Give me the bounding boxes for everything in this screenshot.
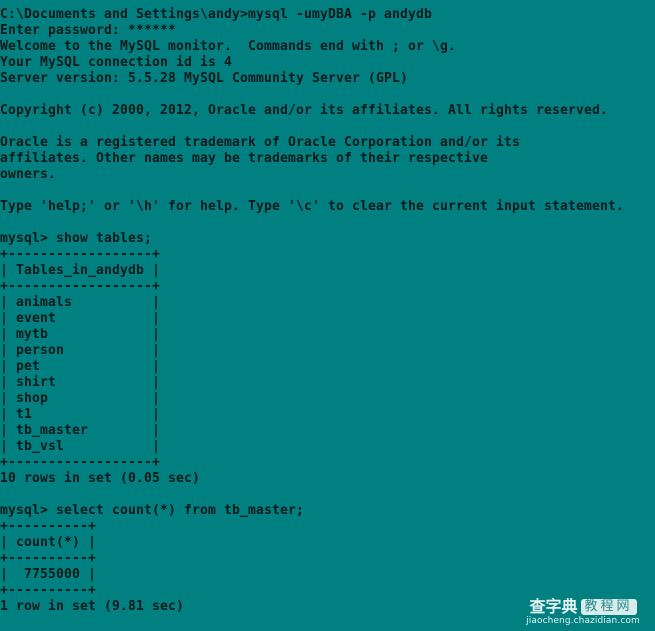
watermark-url: jiaocheng.chazidian.com — [526, 616, 640, 626]
console-line: Type 'help;' or '\h' for help. Type '\c'… — [0, 199, 624, 214]
table-row: | 7755000 | — [0, 567, 97, 582]
table-row: | tb_master | — [0, 423, 161, 438]
console-line: owners. — [0, 167, 57, 182]
table-border-line: +----------+ — [0, 519, 97, 534]
console-line: Copyright (c) 2000, 2012, Oracle and/or … — [0, 103, 608, 118]
table-row: | tb_vsl | — [0, 439, 161, 454]
table-border-line: +------------------+ — [0, 247, 161, 262]
terminal-output[interactable]: C:\Documents and Settings\andy>mysql -um… — [0, 7, 655, 615]
table-border-line: +------------------+ — [0, 279, 161, 294]
console-line: Oracle is a registered trademark of Orac… — [0, 135, 520, 150]
table-row: | shirt | — [0, 375, 161, 390]
console-line: C:\Documents and Settings\andy>mysql -um… — [0, 7, 432, 22]
table-border-line: +----------+ — [0, 551, 97, 566]
table-row: | shop | — [0, 391, 161, 406]
console-line: 10 rows in set (0.05 sec) — [0, 471, 201, 486]
table-row: | mytb | — [0, 327, 161, 342]
console-line: Enter password: ****** — [0, 23, 177, 38]
table-row: | animals | — [0, 295, 161, 310]
watermark-badge: 教程网 — [580, 599, 637, 615]
table-border-line: +------------------+ — [0, 455, 161, 470]
console-line: affiliates. Other names may be trademark… — [0, 151, 488, 166]
table-row: | event | — [0, 311, 161, 326]
table-row: | t1 | — [0, 407, 161, 422]
console-line: Your MySQL connection id is 4 — [0, 55, 232, 70]
table-row: | count(*) | — [0, 535, 97, 550]
watermark-logo: 查字典 教程网 — [519, 598, 647, 616]
table-row: | pet | — [0, 359, 161, 374]
table-row: | Tables_in_andydb | — [0, 263, 161, 278]
console-line: Server version: 5.5.28 MySQL Community S… — [0, 71, 408, 86]
console-line: Welcome to the MySQL monitor. Commands e… — [0, 39, 456, 54]
mysql-prompt-line: mysql> show tables; — [0, 231, 153, 246]
table-row: | person | — [0, 343, 161, 358]
mysql-prompt-line: mysql> select count(*) from tb_master; — [0, 503, 305, 518]
watermark: 查字典 教程网 jiaocheng.chazidian.com — [519, 598, 647, 627]
watermark-brand: 查字典 — [529, 597, 578, 616]
